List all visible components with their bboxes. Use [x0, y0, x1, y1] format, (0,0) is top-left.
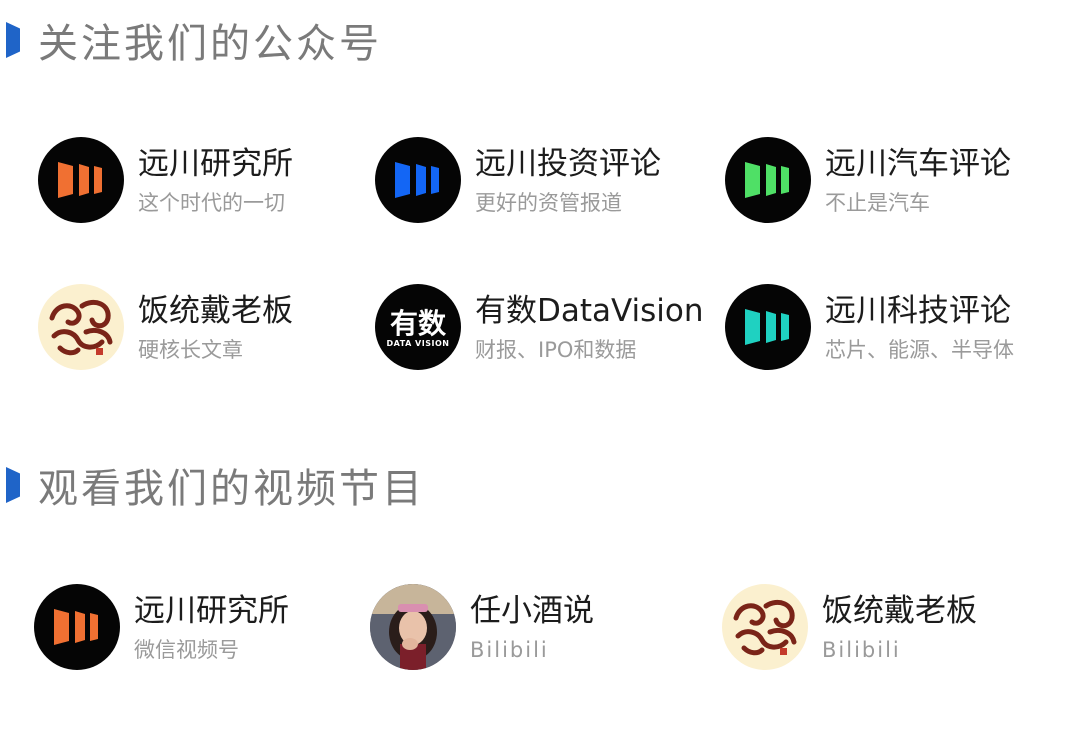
- account-name: 远川科技评论: [825, 293, 1011, 329]
- video-card-renxiaojiu[interactable]: 任小酒说 Bilibili: [370, 584, 594, 670]
- account-name: 远川汽车评论: [825, 146, 1011, 182]
- account-desc: 不止是汽车: [825, 191, 930, 215]
- logo-subtext: DATA VISION: [386, 339, 450, 348]
- account-desc: 这个时代的一切: [138, 191, 285, 215]
- video-card-fantong[interactable]: 饭统戴老板 Bilibili: [722, 584, 977, 670]
- account-desc: 硬核长文章: [138, 338, 243, 362]
- logo-text: 有数: [389, 307, 446, 340]
- account-card-yuanchuan-investment[interactable]: 远川投资评论 更好的资管报道: [375, 137, 661, 223]
- video-platform: Bilibili: [470, 638, 549, 662]
- video-card-yuanchuan-research[interactable]: 远川研究所 微信视频号: [34, 584, 289, 670]
- account-card-yuanchuan-auto[interactable]: 远川汽车评论 不止是汽车: [725, 137, 1011, 223]
- account-card-yuanchuan-research[interactable]: 远川研究所 这个时代的一切: [38, 137, 293, 223]
- section-title-video: 观看我们的视频节目: [0, 455, 425, 515]
- yuanchuan-logo-icon: [34, 584, 120, 670]
- dragon-logo-icon: [722, 584, 808, 670]
- video-platform: Bilibili: [822, 638, 901, 662]
- account-name: 远川研究所: [138, 146, 293, 182]
- yuanchuan-logo-icon: [725, 137, 811, 223]
- account-desc: 芯片、能源、半导体: [825, 338, 1014, 362]
- account-desc: 更好的资管报道: [475, 191, 622, 215]
- account-card-yuanchuan-tech[interactable]: 远川科技评论 芯片、能源、半导体: [725, 284, 1014, 370]
- yuanchuan-logo-icon: [375, 137, 461, 223]
- account-card-datavision[interactable]: 有数 DATA VISION 有数DataVision 财报、IPO和数据: [375, 284, 704, 370]
- section-marker-icon: [6, 467, 20, 503]
- video-name: 饭统戴老板: [822, 593, 977, 629]
- dragon-logo-icon: [38, 284, 124, 370]
- account-card-fantong[interactable]: 饭统戴老板 硬核长文章: [38, 284, 293, 370]
- account-name: 有数DataVision: [475, 293, 704, 329]
- section-title-text: 观看我们的视频节目: [38, 466, 425, 512]
- video-platform: 微信视频号: [134, 638, 239, 662]
- yuanchuan-logo-icon: [725, 284, 811, 370]
- section-title-follow: 关注我们的公众号: [0, 10, 382, 70]
- account-name: 饭统戴老板: [138, 293, 293, 329]
- datavision-logo-icon: 有数 DATA VISION: [375, 284, 461, 370]
- video-name: 任小酒说: [470, 593, 594, 629]
- person-avatar-icon: [370, 584, 456, 670]
- account-name: 远川投资评论: [475, 146, 661, 182]
- account-desc: 财报、IPO和数据: [475, 338, 637, 362]
- section-title-text: 关注我们的公众号: [38, 21, 382, 67]
- video-name: 远川研究所: [134, 593, 289, 629]
- yuanchuan-logo-icon: [38, 137, 124, 223]
- section-marker-icon: [6, 22, 20, 58]
